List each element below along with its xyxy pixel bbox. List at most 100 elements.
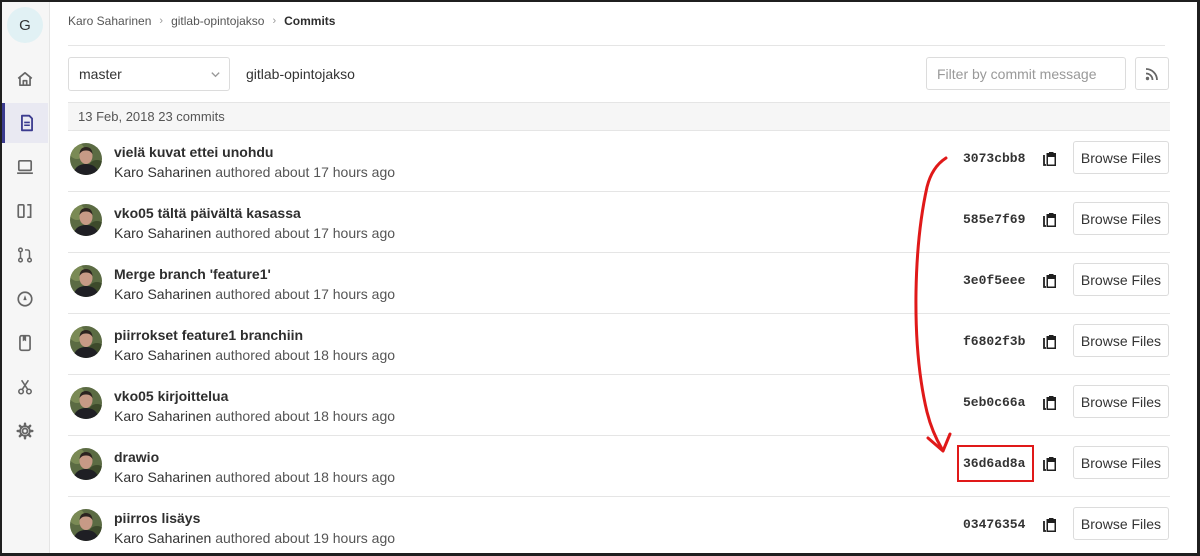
commit-author[interactable]: Karo Saharinen	[114, 286, 211, 302]
breadcrumb-project[interactable]: gitlab-opintojakso	[171, 14, 264, 28]
commit-action: authored	[215, 225, 271, 241]
commit-sha[interactable]: 03476354	[963, 517, 1025, 532]
chevron-right-icon: ›	[272, 15, 277, 27]
breadcrumb-current[interactable]: Commits	[284, 14, 335, 28]
browse-files-button[interactable]: Browse Files	[1073, 446, 1169, 479]
rss-feed-button[interactable]	[1135, 57, 1169, 90]
browse-files-button[interactable]: Browse Files	[1073, 202, 1169, 235]
avatar[interactable]	[70, 448, 102, 480]
commit-author[interactable]: Karo Saharinen	[114, 225, 211, 241]
commit-list: vielä kuvat ettei unohdu Karo Saharinen …	[68, 131, 1170, 553]
commit-action: authored	[215, 408, 271, 424]
avatar[interactable]	[70, 326, 102, 358]
commit-meta: Karo Saharinen authored about 17 hours a…	[114, 164, 395, 180]
commit-time: about 18 hours ago	[274, 347, 396, 363]
browse-files-button[interactable]: Browse Files	[1073, 141, 1169, 174]
commit-title[interactable]: vielä kuvat ettei unohdu	[114, 144, 273, 160]
user-avatar-image	[70, 326, 102, 358]
laptop-icon	[17, 159, 33, 175]
commit-sha[interactable]: 3e0f5eee	[963, 273, 1025, 288]
clipboard-icon	[1043, 151, 1056, 166]
breadcrumb: Karo Saharinen › gitlab-opintojakso › Co…	[68, 14, 335, 28]
browse-files-button[interactable]: Browse Files	[1073, 324, 1169, 357]
project-path[interactable]: gitlab-opintojakso	[246, 66, 355, 82]
user-avatar-image	[70, 204, 102, 236]
commit-sha[interactable]: f6802f3b	[963, 334, 1025, 349]
sidebar-item-merge-requests[interactable]	[2, 235, 48, 275]
commit-author[interactable]: Karo Saharinen	[114, 530, 211, 546]
commit-time: about 17 hours ago	[274, 286, 396, 302]
commit-row: vko05 kirjoittelua Karo Saharinen author…	[68, 375, 1170, 436]
commit-meta: Karo Saharinen authored about 17 hours a…	[114, 225, 395, 241]
commit-row: Merge branch 'feature1' Karo Saharinen a…	[68, 253, 1170, 314]
commit-author[interactable]: Karo Saharinen	[114, 408, 211, 424]
copy-sha-button[interactable]	[1040, 271, 1060, 291]
copy-sha-button[interactable]	[1040, 393, 1060, 413]
gear-icon	[16, 422, 34, 440]
clipboard-icon	[1043, 517, 1056, 532]
commit-title[interactable]: vko05 kirjoittelua	[114, 388, 228, 404]
commit-sha[interactable]: 585e7f69	[963, 212, 1025, 227]
commit-author[interactable]: Karo Saharinen	[114, 469, 211, 485]
commit-action: authored	[215, 530, 271, 546]
project-avatar[interactable]: G	[7, 7, 43, 43]
user-avatar-image	[70, 509, 102, 541]
issues-board-icon	[17, 203, 32, 219]
avatar[interactable]	[70, 143, 102, 175]
commit-time: about 17 hours ago	[274, 225, 396, 241]
clipboard-icon	[1043, 395, 1056, 410]
commit-action: authored	[215, 164, 271, 180]
copy-sha-button[interactable]	[1040, 210, 1060, 230]
clipboard-icon	[1043, 212, 1056, 227]
commit-author[interactable]: Karo Saharinen	[114, 347, 211, 363]
browse-files-button[interactable]: Browse Files	[1073, 385, 1169, 418]
browse-files-button[interactable]: Browse Files	[1073, 263, 1169, 296]
sidebar-item-boards[interactable]	[2, 191, 48, 231]
commit-title[interactable]: piirros lisäys	[114, 510, 200, 526]
commit-meta: Karo Saharinen authored about 18 hours a…	[114, 408, 395, 424]
avatar[interactable]	[70, 509, 102, 541]
commit-action: authored	[215, 286, 271, 302]
annotation-highlight-box	[957, 445, 1034, 482]
sidebar-item-ci-cd[interactable]	[2, 279, 48, 319]
browse-files-button[interactable]: Browse Files	[1073, 507, 1169, 540]
commit-row: vielä kuvat ettei unohdu Karo Saharinen …	[68, 131, 1170, 192]
commit-title[interactable]: Merge branch 'feature1'	[114, 266, 271, 282]
commit-title[interactable]: piirrokset feature1 branchiin	[114, 327, 303, 343]
copy-sha-button[interactable]	[1040, 149, 1060, 169]
commit-time: about 17 hours ago	[274, 164, 396, 180]
sidebar-item-home[interactable]	[2, 59, 48, 99]
commit-title[interactable]: drawio	[114, 449, 159, 465]
commit-sha[interactable]: 5eb0c66a	[963, 395, 1025, 410]
commit-time: about 18 hours ago	[274, 408, 396, 424]
rss-icon	[1145, 67, 1158, 80]
branch-dropdown[interactable]: master	[68, 57, 230, 91]
commit-meta: Karo Saharinen authored about 18 hours a…	[114, 347, 395, 363]
copy-sha-button[interactable]	[1040, 515, 1060, 535]
commit-time: about 19 hours ago	[274, 530, 396, 546]
sidebar: G	[2, 2, 50, 553]
commit-title[interactable]: vko05 tältä päivältä kasassa	[114, 205, 301, 221]
commit-sha[interactable]: 3073cbb8	[963, 151, 1025, 166]
gitlab-commits-page: G Karo Saharinen › gitlab-opintojakso › …	[0, 0, 1200, 556]
sidebar-item-repository[interactable]	[2, 103, 48, 143]
breadcrumb-user[interactable]: Karo Saharinen	[68, 14, 151, 28]
avatar[interactable]	[70, 265, 102, 297]
commit-action: authored	[215, 469, 271, 485]
commit-meta: Karo Saharinen authored about 18 hours a…	[114, 469, 395, 485]
user-avatar-image	[70, 448, 102, 480]
avatar[interactable]	[70, 387, 102, 419]
sidebar-item-wiki[interactable]	[2, 323, 48, 363]
sidebar-item-issues[interactable]	[2, 147, 48, 187]
merge-request-icon	[17, 247, 33, 263]
sidebar-item-snippets[interactable]	[2, 367, 48, 407]
commit-row: vko05 tältä päivältä kasassa Karo Sahari…	[68, 192, 1170, 253]
home-icon	[17, 71, 33, 87]
copy-sha-button[interactable]	[1040, 454, 1060, 474]
sidebar-item-settings[interactable]	[2, 411, 48, 451]
avatar[interactable]	[70, 204, 102, 236]
filter-commits-input[interactable]	[926, 57, 1126, 90]
commit-row: piirrokset feature1 branchiin Karo Sahar…	[68, 314, 1170, 375]
copy-sha-button[interactable]	[1040, 332, 1060, 352]
commit-author[interactable]: Karo Saharinen	[114, 164, 211, 180]
